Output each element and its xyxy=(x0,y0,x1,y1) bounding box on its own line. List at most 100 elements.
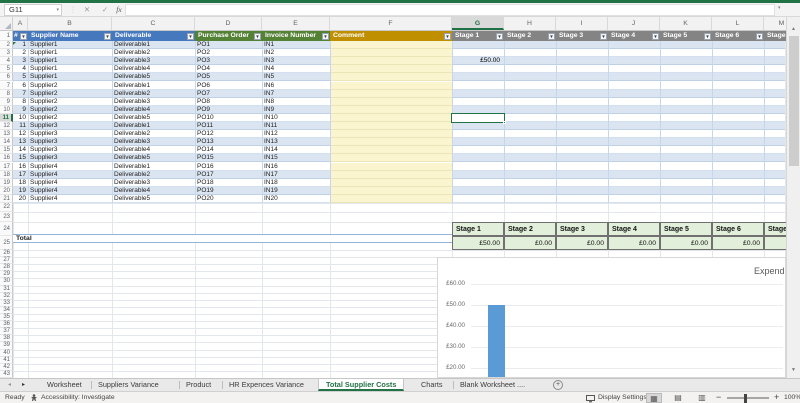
sheet-tab-charts[interactable]: Charts xyxy=(414,379,450,391)
cell-C11[interactable]: Deliverable5 xyxy=(112,114,195,121)
cell-B12[interactable]: Supplier3 xyxy=(28,122,112,129)
sheet-tab-suppliers-variance[interactable]: Suppliers Variance xyxy=(91,379,166,391)
cell-B7[interactable]: Supplier2 xyxy=(28,82,112,89)
summary-value-1[interactable]: £50.00 xyxy=(452,236,504,250)
summary-header-6[interactable]: Stage 6 xyxy=(712,222,764,236)
cell-C20[interactable]: Deliverable4 xyxy=(112,187,195,194)
cell-C5[interactable]: Deliverable4 xyxy=(112,65,195,72)
cell-E6[interactable]: IN5 xyxy=(262,73,330,80)
cell-D21[interactable]: PO20 xyxy=(195,195,262,202)
cell-B5[interactable]: Supplier1 xyxy=(28,65,112,72)
row-header-13[interactable]: 13 xyxy=(0,130,13,139)
row-header-34[interactable]: 34 xyxy=(0,306,13,314)
cell-B6[interactable]: Supplier1 xyxy=(28,73,112,80)
sheet-tab-hr-expences-variance[interactable]: HR Expences Variance xyxy=(222,379,311,391)
table-row[interactable]: 17 Supplier4 Deliverable2 PO17 IN17 xyxy=(13,170,785,179)
cell-C13[interactable]: Deliverable2 xyxy=(112,130,195,137)
table-header-C[interactable]: Deliverable ▼ xyxy=(112,31,195,41)
filter-dropdown-icon[interactable]: ▼ xyxy=(322,32,329,40)
cell-D3[interactable]: PO2 xyxy=(195,49,262,56)
cell-B10[interactable]: Supplier2 xyxy=(28,106,112,113)
name-box[interactable]: G11 ▾ xyxy=(4,4,62,16)
table-row[interactable]: 8 Supplier2 Deliverable3 PO8 IN8 xyxy=(13,97,785,106)
summary-value-3[interactable]: £0.00 xyxy=(556,236,608,250)
cell-F12[interactable] xyxy=(330,122,452,131)
row-header-33[interactable]: 33 xyxy=(0,299,13,307)
cell-F2[interactable] xyxy=(330,41,452,50)
table-row[interactable]: 18 Supplier4 Deliverable3 PO18 IN18 xyxy=(13,178,785,187)
cell-D12[interactable]: PO11 xyxy=(195,122,262,129)
row-header-40[interactable]: 40 xyxy=(0,349,13,357)
table-header-G[interactable]: Stage 1 ▼ xyxy=(452,31,504,41)
filter-dropdown-icon[interactable]: ▼ xyxy=(756,32,763,40)
cell-C21[interactable]: Deliverable5 xyxy=(112,195,195,202)
filter-dropdown-icon[interactable]: ▼ xyxy=(548,32,555,40)
cell-F17[interactable] xyxy=(330,162,452,171)
cell-B15[interactable]: Supplier3 xyxy=(28,146,112,153)
cell-A15[interactable]: 14 xyxy=(13,146,28,153)
vertical-scroll-thumb[interactable] xyxy=(788,36,799,166)
row-header-26[interactable]: 26 xyxy=(0,250,13,258)
row-header-21[interactable]: 21 xyxy=(0,194,13,203)
column-header-B[interactable]: B xyxy=(28,17,112,30)
cell-A14[interactable]: 13 xyxy=(13,138,28,145)
row-header-18[interactable]: 18 xyxy=(0,170,13,179)
table-header-A[interactable]: # ▼ xyxy=(13,31,28,41)
cell-D9[interactable]: PO8 xyxy=(195,98,262,105)
cell-C4[interactable]: Deliverable3 xyxy=(112,57,195,64)
table-header-K[interactable]: Stage 5 ▼ xyxy=(660,31,712,41)
display-settings-icon[interactable] xyxy=(586,394,595,403)
summary-value-6[interactable]: £0.00 xyxy=(712,236,764,250)
row-header-42[interactable]: 42 xyxy=(0,363,13,371)
table-row[interactable]: 15 Supplier3 Deliverable5 PO15 IN15 xyxy=(13,154,785,163)
cell-C10[interactable]: Deliverable4 xyxy=(112,106,195,113)
cell-E8[interactable]: IN7 xyxy=(262,90,330,97)
cell-B4[interactable]: Supplier1 xyxy=(28,57,112,64)
cell-B16[interactable]: Supplier3 xyxy=(28,154,112,161)
cell-D5[interactable]: PO4 xyxy=(195,65,262,72)
cell-B14[interactable]: Supplier3 xyxy=(28,138,112,145)
cell-E17[interactable]: IN16 xyxy=(262,163,330,170)
column-header-L[interactable]: L xyxy=(712,17,764,30)
cell-B2[interactable]: Supplier1 xyxy=(28,41,112,48)
zoom-in-button[interactable]: + xyxy=(774,392,779,403)
cell-F4[interactable] xyxy=(330,57,452,66)
table-row[interactable]: 13 Supplier3 Deliverable3 PO13 IN13 xyxy=(13,138,785,147)
table-row[interactable]: 20 Supplier4 Deliverable5 PO20 IN20 xyxy=(13,194,785,203)
new-sheet-button[interactable]: + xyxy=(553,380,563,390)
cell-A12[interactable]: 11 xyxy=(13,122,28,129)
row-header-3[interactable]: 3 xyxy=(0,49,13,58)
insert-function-button[interactable]: fx xyxy=(112,4,126,16)
column-header-E[interactable]: E xyxy=(262,17,330,30)
table-header-E[interactable]: Invoice Number ▼ xyxy=(262,31,330,41)
display-settings-button[interactable]: Display Settings xyxy=(598,392,647,403)
cell-C16[interactable]: Deliverable5 xyxy=(112,154,195,161)
filter-dropdown-icon[interactable]: ▼ xyxy=(496,32,503,40)
cell-B9[interactable]: Supplier2 xyxy=(28,98,112,105)
cell-D2[interactable]: PO1 xyxy=(195,41,262,48)
table-row[interactable]: 11 Supplier3 Deliverable1 PO11 IN11 xyxy=(13,122,785,131)
cell-E19[interactable]: IN18 xyxy=(262,179,330,186)
table-row[interactable]: 4 Supplier1 Deliverable4 PO4 IN4 xyxy=(13,65,785,74)
cell-D18[interactable]: PO17 xyxy=(195,171,262,178)
cell-D17[interactable]: PO16 xyxy=(195,163,262,170)
cell-F5[interactable] xyxy=(330,65,452,74)
cell-B3[interactable]: Supplier1 xyxy=(28,49,112,56)
scroll-down-icon[interactable]: ▼ xyxy=(787,364,800,376)
enter-button[interactable]: ✓ xyxy=(98,4,112,16)
row-header-4[interactable]: 4 xyxy=(0,57,13,66)
cell-A20[interactable]: 19 xyxy=(13,187,28,194)
cell-A4[interactable]: 3 xyxy=(13,57,28,64)
cell-B13[interactable]: Supplier3 xyxy=(28,130,112,137)
summary-value-2[interactable]: £0.00 xyxy=(504,236,556,250)
cell-D7[interactable]: PO6 xyxy=(195,82,262,89)
page-layout-view-icon[interactable]: ▤ xyxy=(670,393,686,403)
scroll-up-icon[interactable]: ▲ xyxy=(787,23,800,35)
cell-B11[interactable]: Supplier2 xyxy=(28,114,112,121)
table-row[interactable]: 6 Supplier2 Deliverable1 PO6 IN6 xyxy=(13,81,785,90)
summary-header-2[interactable]: Stage 2 xyxy=(504,222,556,236)
cell-E12[interactable]: IN11 xyxy=(262,122,330,129)
cell-E15[interactable]: IN14 xyxy=(262,146,330,153)
cell-E9[interactable]: IN8 xyxy=(262,98,330,105)
cell-C8[interactable]: Deliverable2 xyxy=(112,90,195,97)
